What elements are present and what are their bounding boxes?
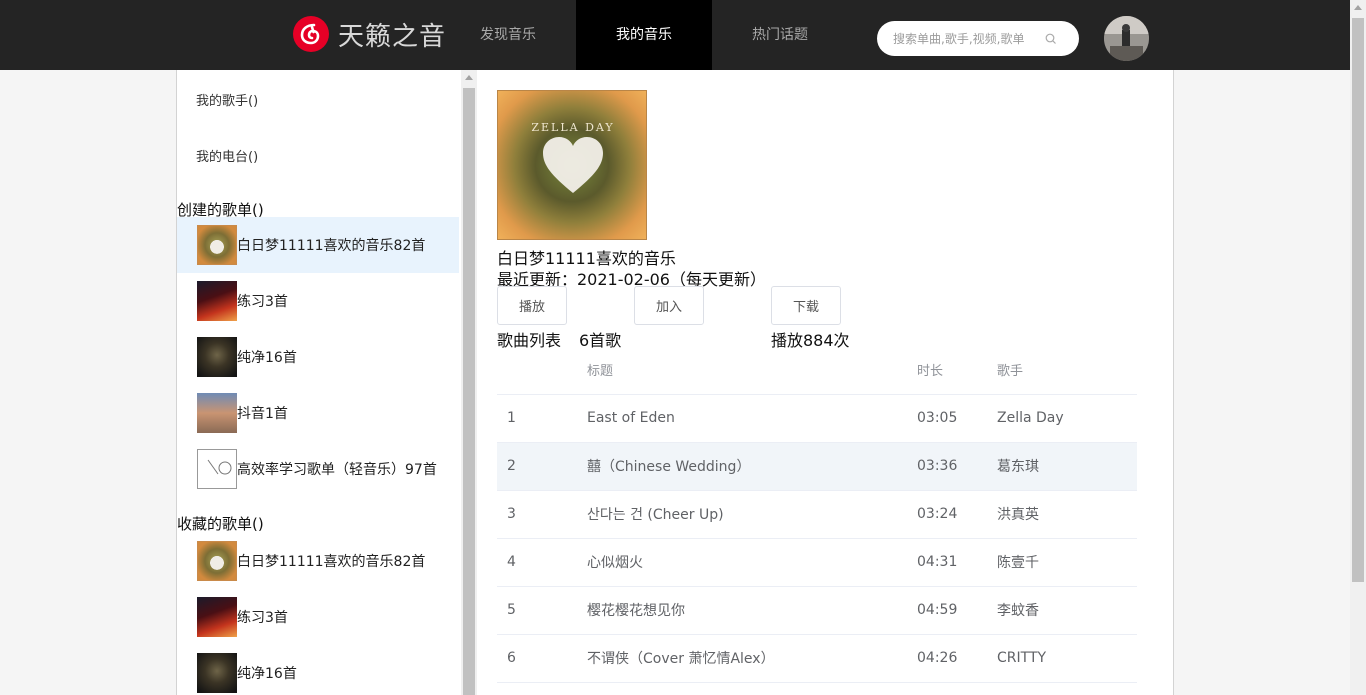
column-artist: 歌手 <box>997 346 1137 395</box>
table-row[interactable]: 1 East of Eden 03:05 Zella Day <box>497 394 1137 443</box>
top-nav-bar: 天籁之音 发现音乐 我的音乐 热门话题 <box>0 0 1350 70</box>
song-index: 6 <box>497 634 587 683</box>
playlist-cover-large: ZELLA DAY <box>497 90 647 240</box>
logo[interactable]: 天籁之音 <box>293 16 446 52</box>
song-index: 5 <box>497 586 587 635</box>
song-table: 标题 时长 歌手 1 East of Eden 03:05 Zella Day … <box>497 346 1137 683</box>
playlist-cover <box>197 337 237 377</box>
playlist-cover <box>197 653 237 693</box>
playlist-label: 高效率学习歌单（轻音乐）97首 <box>237 462 437 478</box>
playlist-label: 白日梦11111喜欢的音乐82首 <box>237 238 426 254</box>
sidebar-my-radio[interactable]: 我的电台() <box>196 146 258 165</box>
song-index: 4 <box>497 538 587 587</box>
netease-music-icon <box>293 16 329 52</box>
song-title[interactable]: 樱花樱花想见你 <box>587 586 917 635</box>
cover-art-text: ZELLA DAY <box>531 121 615 134</box>
song-duration: 04:31 <box>917 538 997 587</box>
column-index <box>497 346 587 395</box>
playlist-label: 练习3首 <box>237 294 288 310</box>
song-duration: 04:59 <box>917 586 997 635</box>
download-button[interactable]: 下载 <box>771 286 841 325</box>
song-artist[interactable]: 洪真英 <box>997 490 1137 539</box>
playlist-label: 纯净16首 <box>237 666 297 682</box>
song-title[interactable]: East of Eden <box>587 394 917 443</box>
table-row[interactable]: 2 囍（Chinese Wedding） 03:36 葛东琪 <box>497 442 1137 491</box>
song-index: 3 <box>497 490 587 539</box>
playlist-cover <box>197 393 237 433</box>
search-icon[interactable] <box>1045 33 1057 45</box>
table-row[interactable]: 6 不谓侠（Cover 萧忆情Alex） 04:26 CRITTY <box>497 634 1137 683</box>
sidebar-my-singers[interactable]: 我的歌手() <box>196 90 258 109</box>
user-avatar[interactable] <box>1104 16 1149 61</box>
song-artist[interactable]: 葛东琪 <box>997 442 1137 491</box>
scroll-up-arrow-icon[interactable] <box>465 75 473 80</box>
playlist-cover <box>197 281 237 321</box>
sidebar-playlist-item[interactable]: 抖音1首 <box>177 385 459 441</box>
song-title[interactable]: 不谓侠（Cover 萧忆情Alex） <box>587 634 917 683</box>
search-box <box>877 21 1079 56</box>
sidebar-playlist-item[interactable]: 白日梦11111喜欢的音乐82首 <box>177 533 459 589</box>
playlist-label: 练习3首 <box>237 610 288 626</box>
playlist-label: 纯净16首 <box>237 350 297 366</box>
song-duration: 03:05 <box>917 394 997 443</box>
window-scroll-thumb[interactable] <box>1352 18 1364 582</box>
sidebar-playlist-item[interactable]: 纯净16首 <box>177 645 459 695</box>
sidebar-playlist-item[interactable]: 高效率学习歌单（轻音乐）97首 <box>177 441 459 497</box>
song-index: 2 <box>497 442 587 491</box>
playlist-label: 抖音1首 <box>237 406 288 422</box>
sidebar-playlist-item[interactable]: 练习3首 <box>177 273 459 329</box>
sidebar-playlist-item[interactable]: 白日梦11111喜欢的音乐82首 <box>177 217 459 273</box>
collected-playlists-heading: 收藏的歌单() <box>177 515 264 533</box>
song-duration: 03:36 <box>917 442 997 491</box>
song-duration: 04:26 <box>917 634 997 683</box>
song-title[interactable]: 心似烟火 <box>587 538 917 587</box>
sidebar-playlist-item[interactable]: 纯净16首 <box>177 329 459 385</box>
playlist-label: 白日梦11111喜欢的音乐82首 <box>237 554 426 570</box>
nav-discover-music[interactable]: 发现音乐 <box>440 0 576 70</box>
playlist-cover <box>197 225 237 265</box>
avatar-person-icon <box>1104 16 1149 61</box>
sketch-icon <box>207 459 232 475</box>
heart-icon <box>543 137 603 193</box>
song-artist[interactable]: 陈壹千 <box>997 538 1137 587</box>
sidebar-scrollbar[interactable] <box>461 70 477 695</box>
table-row[interactable]: 4 心似烟火 04:31 陈壹千 <box>497 538 1137 587</box>
scroll-up-arrow-icon[interactable] <box>1354 5 1362 10</box>
column-duration: 时长 <box>917 346 997 395</box>
window-scrollbar[interactable] <box>1350 0 1366 695</box>
nav-hot-topics[interactable]: 热门话题 <box>712 0 848 70</box>
search-input[interactable] <box>893 31 1043 46</box>
sidebar-scroll-thumb[interactable] <box>463 88 475 695</box>
playlist-cover <box>197 449 237 489</box>
table-header-row: 标题 时长 歌手 <box>497 346 1137 395</box>
song-artist[interactable]: CRITTY <box>997 634 1137 683</box>
play-button[interactable]: 播放 <box>497 286 567 325</box>
song-duration: 03:24 <box>917 490 997 539</box>
playlist-cover <box>197 597 237 637</box>
add-button[interactable]: 加入 <box>634 286 704 325</box>
song-artist[interactable]: 李蚊香 <box>997 586 1137 635</box>
song-artist[interactable]: Zella Day <box>997 394 1137 443</box>
playlist-detail: ZELLA DAY 白日梦11111喜欢的音乐 最近更新：2021-02-06（… <box>477 70 1175 695</box>
playlist-cover <box>197 541 237 581</box>
sidebar-playlist-item[interactable]: 练习3首 <box>177 589 459 645</box>
song-title[interactable]: 囍（Chinese Wedding） <box>587 442 917 491</box>
song-title[interactable]: 산다는 건 (Cheer Up) <box>587 490 917 539</box>
table-row[interactable]: 3 산다는 건 (Cheer Up) 03:24 洪真英 <box>497 490 1137 539</box>
nav-my-music[interactable]: 我的音乐 <box>576 0 712 70</box>
table-row[interactable]: 5 樱花樱花想见你 04:59 李蚊香 <box>497 586 1137 635</box>
song-index: 1 <box>497 394 587 443</box>
page-container: 我的歌手() 我的电台() 创建的歌单() 白日梦11111喜欢的音乐82首 练… <box>176 70 1174 695</box>
sidebar: 我的歌手() 我的电台() 创建的歌单() 白日梦11111喜欢的音乐82首 练… <box>177 70 461 695</box>
column-title: 标题 <box>587 346 917 395</box>
app-title: 天籁之音 <box>338 21 447 52</box>
